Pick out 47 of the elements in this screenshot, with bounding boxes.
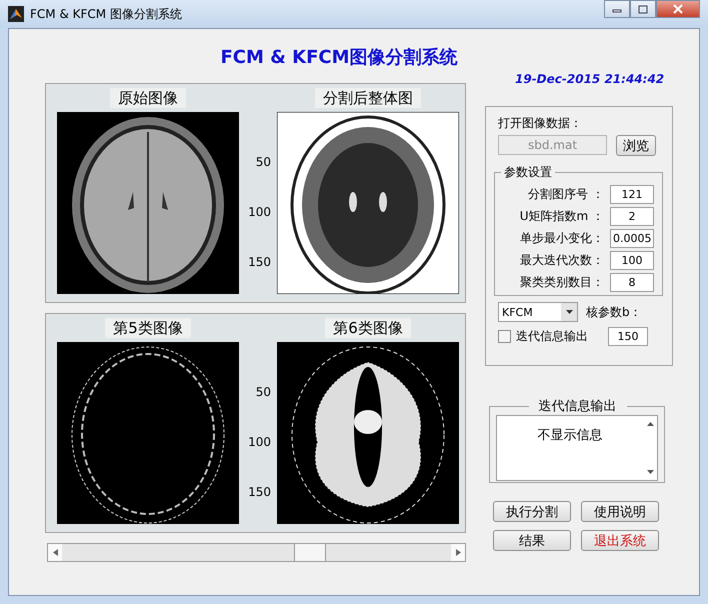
- plot-title: 第5类图像: [105, 318, 191, 338]
- app-logo-icon: [8, 6, 24, 22]
- parameter-field[interactable]: 2: [610, 206, 654, 226]
- action-button[interactable]: 使用说明: [581, 501, 659, 522]
- close-icon: [673, 4, 683, 14]
- plot-title: 原始图像: [110, 88, 186, 108]
- action-button[interactable]: 执行分割: [493, 501, 571, 522]
- group-title: 参数设置: [503, 164, 553, 181]
- group-title: 迭代信息输出: [538, 398, 618, 415]
- parameter-label: 聚类类别数目：: [520, 274, 604, 290]
- parameter-label: 分割图序号 ：: [528, 186, 604, 202]
- window-title: FCM & KFCM 图像分割系统: [30, 6, 183, 22]
- parameter-field[interactable]: 0.0005: [610, 228, 654, 248]
- checkbox-label: 迭代信息输出: [516, 328, 588, 345]
- parameter-field[interactable]: 8: [610, 272, 654, 292]
- data-file-label: 打开图像数据：: [498, 115, 583, 132]
- slider-thumb[interactable]: [294, 544, 326, 561]
- axis-tick-label: 100: [248, 205, 271, 219]
- plot-title: 分割后整体图: [315, 88, 421, 108]
- horizontal-slider[interactable]: [47, 543, 466, 562]
- maximize-button[interactable]: [630, 0, 656, 18]
- parameter-label: 最大迭代次数：: [520, 252, 604, 268]
- app-title: FCM & KFCM图像分割系统: [220, 46, 458, 69]
- close-button[interactable]: [656, 0, 700, 18]
- axis-tick-label: 50: [256, 155, 271, 169]
- axis-tick-label: 150: [248, 255, 271, 269]
- scroll-down-icon[interactable]: [646, 470, 654, 474]
- parameter-label: 单步最小变化：: [520, 230, 604, 246]
- caret-icon: [566, 310, 572, 314]
- parameter-field[interactable]: 100: [610, 250, 654, 270]
- scroll-up-icon[interactable]: [646, 422, 654, 426]
- kernel-parameter-label: 核参数b：: [586, 304, 642, 320]
- axis-tick-label: 100: [248, 435, 271, 449]
- kernel-parameter-field[interactable]: 150: [608, 327, 648, 346]
- axis-tick-label: 50: [256, 385, 271, 399]
- maximize-icon: [638, 4, 648, 14]
- action-button[interactable]: 结果: [493, 530, 571, 551]
- verbose-checkbox[interactable]: [498, 330, 511, 343]
- algorithm-dropdown[interactable]: KFCM: [498, 302, 578, 322]
- plot-title: 第6类图像: [325, 318, 411, 338]
- action-button[interactable]: 退出系统: [581, 530, 659, 551]
- axis-tick-label: 150: [248, 485, 271, 499]
- output-listbox[interactable]: 不显示信息: [496, 415, 658, 481]
- timestamp: 19-Dec-2015 21:44:42: [515, 72, 664, 86]
- parameter-label: U矩阵指数m ：: [520, 208, 604, 224]
- minimize-button[interactable]: [604, 0, 630, 18]
- parameter-field[interactable]: 121: [610, 184, 654, 204]
